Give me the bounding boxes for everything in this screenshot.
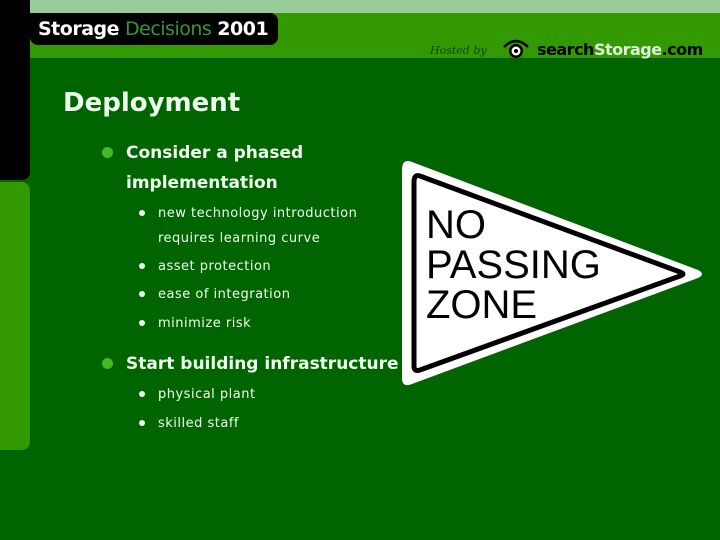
title-word-storage: Storage <box>38 18 120 40</box>
host-logo-storage: Storage <box>593 40 662 59</box>
left-strip-light <box>0 182 30 450</box>
bullet-dot <box>102 358 113 369</box>
sub-bullet-dot <box>139 291 145 297</box>
sub-bullet-text: new technology introduction <box>158 206 358 221</box>
sub-bullet-text: skilled staff <box>158 416 240 431</box>
sign-line-3: ZONE <box>426 283 537 327</box>
sub-bullet-text: ease of integration <box>158 287 291 302</box>
conference-title: Storage Decisions 2001 <box>30 13 278 45</box>
bullet-text: implementation <box>126 173 278 193</box>
sign-line-1: NO <box>426 203 486 247</box>
sub-bullet-text: requires learning curve <box>158 231 321 246</box>
hosted-by-label: Hosted by <box>430 44 487 57</box>
header-band-light <box>0 0 720 13</box>
host-logo-com: .com <box>661 40 704 59</box>
title-word-year: 2001 <box>217 18 269 40</box>
slide-heading: Deployment <box>63 88 241 118</box>
host-logo-search: search <box>537 40 594 59</box>
sub-bullet-dot <box>139 320 145 326</box>
sub-bullet-dot <box>139 210 145 216</box>
title-word-decisions: Decisions <box>125 18 212 40</box>
host-logo: searchStorage.com <box>537 40 703 59</box>
no-passing-zone-sign: NO PASSING ZONE <box>402 161 702 386</box>
sign-line-2: PASSING <box>426 243 601 287</box>
sub-bullet-dot <box>139 420 145 426</box>
sub-bullet-text: asset protection <box>158 259 272 274</box>
bullet-text: Consider a phased <box>126 143 304 163</box>
sub-bullet-text: minimize risk <box>158 316 252 331</box>
sub-bullet-dot <box>139 263 145 269</box>
left-strip-dark <box>0 0 30 180</box>
sub-bullet-dot <box>139 391 145 397</box>
bullet-dot <box>102 147 113 158</box>
sub-bullet-text: physical plant <box>158 387 256 402</box>
bullet-text: Start building infrastructure <box>126 354 399 374</box>
eye-logo-icon <box>503 39 529 58</box>
